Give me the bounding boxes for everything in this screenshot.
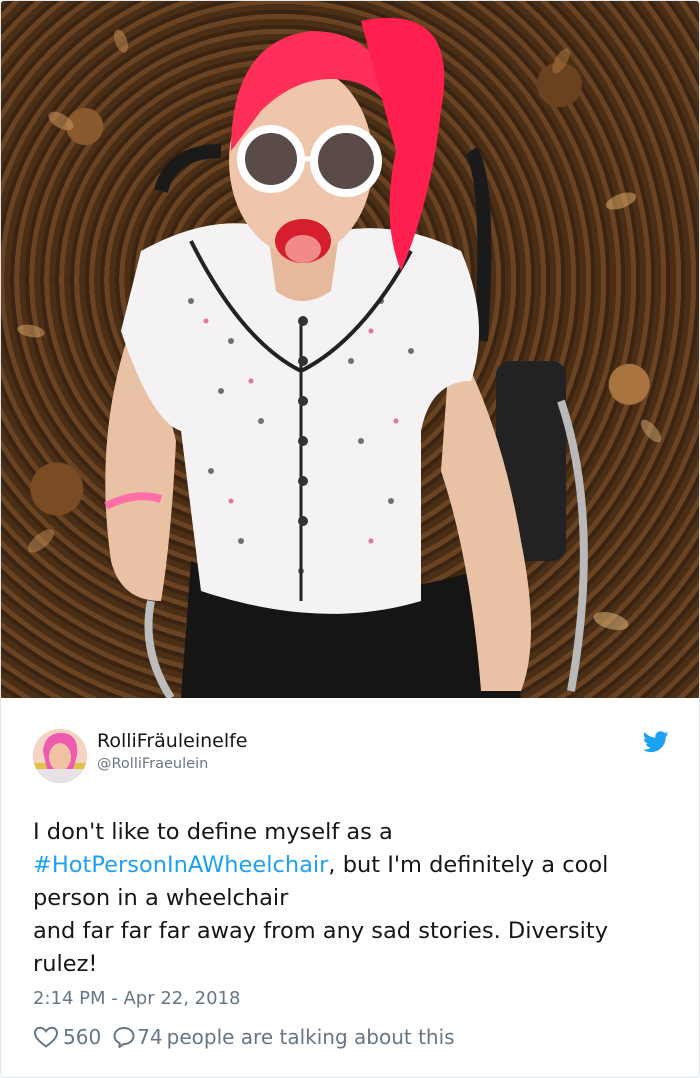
- reply-count: 74: [137, 1025, 163, 1049]
- tweet-text-line: rulez!: [33, 951, 98, 977]
- like-count: 560: [63, 1025, 102, 1049]
- twitter-bird-icon[interactable]: [643, 731, 669, 753]
- hashtag-link[interactable]: #HotPersonInAWheelchair: [33, 852, 328, 878]
- tweet-text-line: I don't like to define myself as a: [33, 819, 393, 845]
- user-display-name[interactable]: RolliFräuleinelfe: [97, 730, 248, 752]
- tweet-text-line: person in a wheelchair: [33, 885, 289, 911]
- tweet-text-line: and far far far away from any sad storie…: [33, 918, 609, 944]
- tweet-actions: 560 74 people are talking about this: [33, 1023, 455, 1051]
- user-handle[interactable]: @RolliFraeulein: [97, 756, 208, 772]
- tweet-timestamp[interactable]: 2:14 PM - Apr 22, 2018: [33, 988, 240, 1009]
- tweet-card: RolliFräuleinelfe @RolliFraeulein I don'…: [0, 0, 700, 1078]
- tweet-text-fragment: , but I'm definitely a cool: [328, 852, 609, 878]
- comment-icon[interactable]: [111, 1025, 137, 1049]
- heart-icon[interactable]: [33, 1025, 59, 1049]
- tweet-text: I don't like to define myself as a #HotP…: [33, 816, 673, 981]
- tweet-text-line: #HotPersonInAWheelchair, but I'm definit…: [33, 849, 673, 882]
- avatar[interactable]: [33, 729, 87, 783]
- tweet-photo[interactable]: [1, 1, 699, 698]
- talking-about-text[interactable]: people are talking about this: [167, 1025, 455, 1049]
